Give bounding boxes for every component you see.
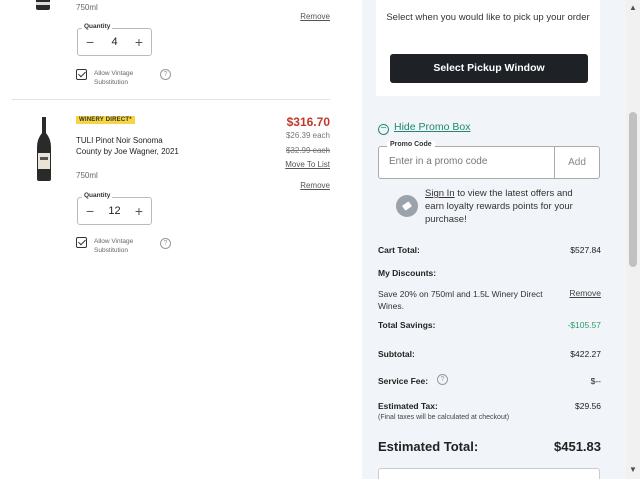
hide-promo-box-toggle[interactable]: − Hide Promo Box <box>378 121 470 135</box>
discount-description: Save 20% on 750ml and 1.5L Winery Direct… <box>378 289 543 311</box>
estimated-total-value: $451.83 <box>554 439 601 454</box>
unit-price: $26.39 each <box>285 131 330 140</box>
subtotal-value: $422.27 <box>570 349 601 359</box>
service-fee-value: $-- <box>590 376 601 386</box>
quantity-label: Quantity <box>82 192 113 199</box>
promo-code-label: Promo Code <box>387 141 435 148</box>
item-volume: 750ml <box>76 3 98 12</box>
add-promo-button[interactable]: Add <box>554 146 600 179</box>
order-summary-panel: Select when you would like to pick up yo… <box>362 0 626 479</box>
vintage-substitution-checkbox[interactable] <box>76 69 87 80</box>
tag-icon <box>396 195 418 217</box>
total-savings-label: Total Savings: <box>378 320 436 330</box>
winery-direct-badge: WINERY DIRECT* <box>76 116 135 124</box>
tax-note: (Final taxes will be calculated at check… <box>378 414 510 421</box>
estimated-tax-label: Estimated Tax: <box>378 401 438 411</box>
item-name[interactable]: TULI Pinot Noir Sonoma County by Joe Wag… <box>76 135 186 157</box>
item-volume: 750ml <box>76 171 98 180</box>
help-icon[interactable]: ? <box>160 69 171 80</box>
scroll-down-icon[interactable]: ▼ <box>629 465 637 474</box>
remove-item-link[interactable]: Remove <box>300 181 330 190</box>
help-icon[interactable]: ? <box>437 374 448 385</box>
vintage-substitution-label: Allow Vintage Substitution <box>94 238 134 254</box>
item-price: $316.70 <box>286 115 330 129</box>
help-icon[interactable]: ? <box>160 238 171 249</box>
signin-message: Sign In to view the latest offers and ea… <box>425 187 585 226</box>
item-divider <box>12 99 330 100</box>
vintage-substitution-label: Allow Vintage Substitution <box>94 70 134 86</box>
subtotal-label: Subtotal: <box>378 349 415 359</box>
quantity-label: Quantity <box>82 23 113 30</box>
estimated-total-label: Estimated Total: <box>378 439 479 454</box>
move-to-list-link[interactable]: Move To List <box>285 160 330 169</box>
service-fee-label: Service Fee: <box>378 376 429 386</box>
cart-items-panel: 750ml Remove Quantity − 4 + Allow Vintag… <box>0 0 362 479</box>
checkout-box[interactable] <box>378 468 600 479</box>
promo-toggle-label: Hide Promo Box <box>394 121 471 133</box>
select-pickup-window-button[interactable]: Select Pickup Window <box>390 54 588 83</box>
cart-total-value: $527.84 <box>570 245 601 255</box>
scrollbar-thumb[interactable] <box>629 112 637 267</box>
original-unit-price: $32.99 each <box>285 146 330 155</box>
wine-bottle-image <box>37 117 51 181</box>
scrollbar[interactable]: ▲ ▼ <box>626 0 640 479</box>
estimated-tax-value: $29.56 <box>575 401 601 411</box>
remove-item-link[interactable]: Remove <box>300 12 330 21</box>
sign-in-link[interactable]: Sign In <box>425 188 455 199</box>
promo-code-input[interactable] <box>389 156 549 167</box>
cart-total-label: Cart Total: <box>378 245 420 255</box>
pickup-prompt: Select when you would like to pick up yo… <box>386 12 590 23</box>
minus-circle-icon: − <box>378 124 389 135</box>
discounts-label: My Discounts: <box>378 268 437 278</box>
remove-discount-link[interactable]: Remove <box>569 288 601 298</box>
increment-button[interactable]: + <box>135 204 143 218</box>
increment-button[interactable]: + <box>135 35 143 49</box>
quantity-stepper: Quantity − 4 + <box>77 23 152 56</box>
promo-code-field: Promo Code <box>378 141 555 179</box>
quantity-stepper: Quantity − 12 + <box>77 192 152 225</box>
vintage-substitution-checkbox[interactable] <box>76 237 87 248</box>
scroll-up-icon[interactable]: ▲ <box>629 3 637 12</box>
wine-bottle-image <box>36 0 50 10</box>
pickup-card: Select when you would like to pick up yo… <box>376 0 600 96</box>
total-savings-value: -$105.57 <box>567 320 601 330</box>
